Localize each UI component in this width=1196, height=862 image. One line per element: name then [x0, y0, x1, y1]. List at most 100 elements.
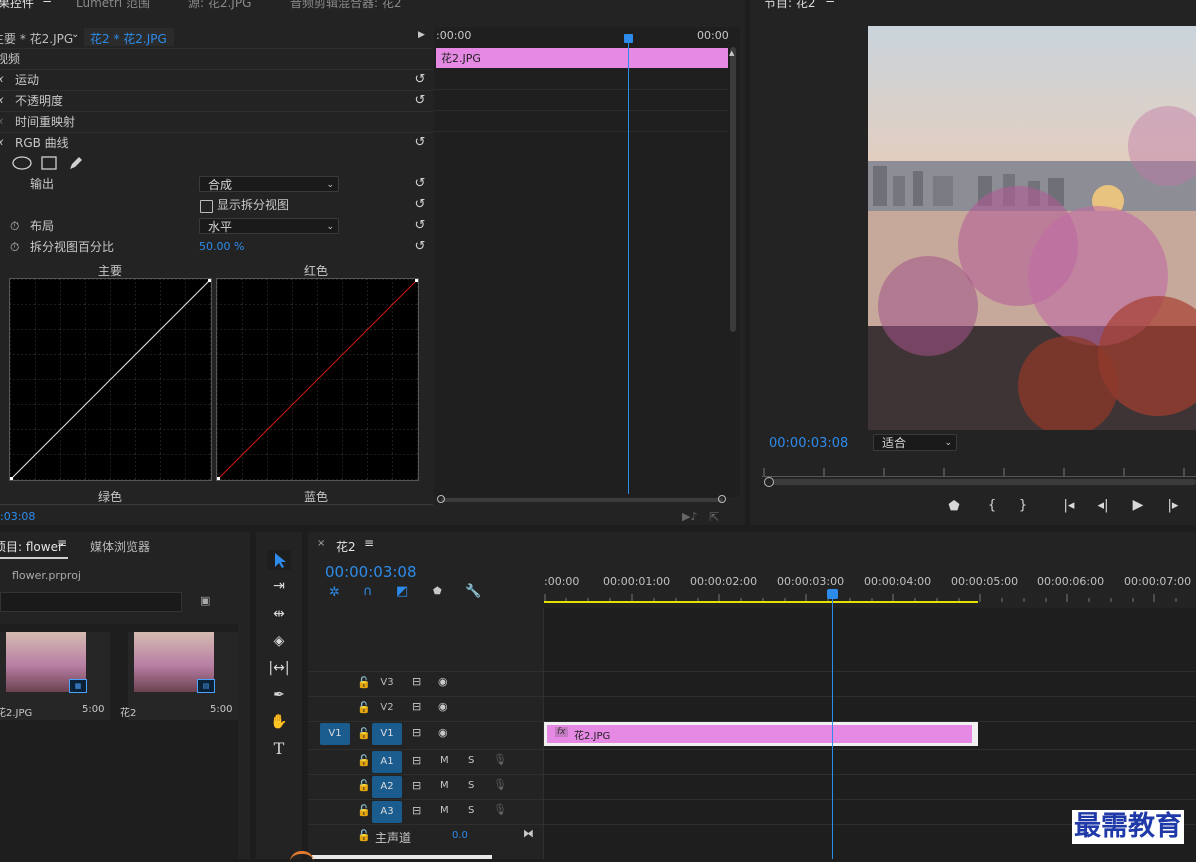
track-label-v2[interactable]: V2	[372, 702, 402, 713]
sync-lock-icon[interactable]: ⊟	[412, 675, 421, 688]
go-to-in-icon[interactable]: |◂	[1059, 498, 1079, 513]
work-area-bar[interactable]	[544, 601, 978, 603]
split-percent-value[interactable]: 50.00 %	[199, 237, 244, 257]
project-search-input[interactable]	[0, 592, 182, 612]
sync-lock-icon[interactable]: ⊟	[412, 700, 421, 713]
split-view-checkbox[interactable]	[200, 200, 213, 213]
master-volume-value[interactable]: 0.0	[452, 830, 468, 841]
effect-row-time-remap[interactable]: fx 时间重映射	[0, 111, 433, 132]
pen-mask-icon[interactable]	[68, 155, 84, 171]
reset-icon[interactable]: ↺	[413, 136, 427, 150]
mini-playhead-handle[interactable]	[624, 34, 633, 43]
type-tool-icon[interactable]: T	[267, 738, 291, 760]
mute-button[interactable]: M	[440, 780, 449, 791]
mute-button[interactable]: M	[440, 755, 449, 766]
fit-dropdown[interactable]: 适合 ⌄	[873, 434, 957, 451]
effect-row-motion[interactable]: fx 运动 ↺	[0, 69, 433, 90]
step-back-icon[interactable]: ◂|	[1093, 498, 1113, 513]
timeline-timecode[interactable]: 00:00:03:08	[325, 563, 417, 581]
razor-tool-icon[interactable]: ◈	[267, 630, 291, 652]
track-target-a3[interactable]: A3	[372, 801, 402, 823]
step-forward-icon[interactable]: |▸	[1163, 498, 1183, 513]
selection-tool[interactable]	[267, 550, 291, 570]
timeline-playhead[interactable]	[832, 592, 833, 859]
project-menu-icon[interactable]: ≡	[57, 536, 67, 550]
project-item[interactable]: ▤ 花2 5:00	[120, 632, 238, 720]
stopwatch-icon[interactable]: ⏱	[10, 237, 19, 257]
play-only-icon[interactable]: ▶	[418, 30, 425, 40]
reset-icon[interactable]: ↺	[413, 177, 427, 191]
track-target-v1[interactable]: V1	[372, 723, 402, 745]
mark-out-icon[interactable]: }	[1013, 498, 1033, 513]
mini-zoom-bar[interactable]	[441, 498, 723, 502]
chevron-down-icon[interactable]: ⌄	[71, 29, 79, 40]
master-clip-label[interactable]: 主要 * 花2.JPG	[0, 30, 73, 47]
close-tab-icon[interactable]: ×	[317, 538, 325, 549]
effect-current-time[interactable]: 00:03:08	[0, 510, 35, 523]
solo-button[interactable]: S	[468, 755, 474, 766]
layout-dropdown[interactable]: 水平 ⌄	[199, 218, 339, 234]
stopwatch-icon[interactable]: ⏱	[10, 216, 19, 236]
wrench-icon[interactable]: 🔧	[465, 584, 481, 599]
reset-icon[interactable]: ↺	[413, 94, 427, 108]
microphone-icon[interactable]: 🎙	[493, 753, 507, 766]
sequence-clip-tab[interactable]: 花2 * 花2.JPG	[84, 28, 174, 46]
mini-clip[interactable]: 花2.JPG	[436, 48, 728, 68]
effect-row-rgb-curves[interactable]: fx RGB 曲线 ↺	[0, 132, 433, 153]
lock-icon[interactable]: 🔓	[357, 829, 371, 842]
timeline-ruler[interactable]: :00:00 00:00:01:00 00:00:02:00 00:00:03:…	[544, 572, 1196, 602]
reset-icon[interactable]: ↺	[413, 73, 427, 87]
tab-project[interactable]: 项目: flower	[0, 538, 63, 555]
tab-menu-icon[interactable]: ≡	[42, 0, 52, 6]
panel-menu-icon[interactable]: ≡	[825, 0, 835, 6]
lock-icon[interactable]: 🔓	[357, 804, 371, 817]
program-ruler[interactable]	[762, 464, 1196, 477]
microphone-icon[interactable]: 🎙	[493, 803, 507, 816]
nest-icon[interactable]: ✲	[329, 585, 340, 600]
track-select-tool-icon[interactable]: ⇥	[267, 575, 291, 597]
eye-icon[interactable]: ◉	[438, 700, 448, 713]
new-bin-icon[interactable]: ▣	[200, 594, 210, 607]
play-icon[interactable]: ▶	[1128, 497, 1148, 513]
track-target-a1[interactable]: A1	[372, 751, 402, 773]
mini-playhead[interactable]	[628, 34, 629, 494]
sync-lock-icon[interactable]: ⊟	[412, 804, 421, 817]
hand-tool-icon[interactable]: ✋	[267, 711, 291, 733]
source-patch-v1[interactable]: V1	[320, 723, 350, 745]
effect-row-opacity[interactable]: fx 不透明度 ↺	[0, 90, 433, 111]
sequence-tab[interactable]: 花2	[336, 538, 356, 555]
export-icon[interactable]: ⇱	[709, 510, 719, 524]
reset-icon[interactable]: ↺	[413, 240, 427, 254]
tab-lumetri-scopes[interactable]: Lumetri 范围	[76, 0, 150, 11]
tab-audio-clip-mixer[interactable]: 音频剪辑混合器: 花2	[290, 0, 402, 11]
lock-icon[interactable]: 🔓	[357, 754, 371, 767]
timeline-clip[interactable]: fx 花2.JPG	[544, 722, 978, 746]
ripple-edit-tool-icon[interactable]: ⇹	[267, 603, 291, 625]
rectangle-mask-icon[interactable]	[41, 156, 57, 170]
add-marker-icon[interactable]: ⬟	[944, 499, 964, 514]
go-to-end-icon[interactable]: ⧓	[523, 827, 534, 840]
sync-lock-icon[interactable]: ⊟	[412, 754, 421, 767]
ellipse-mask-icon[interactable]	[12, 156, 32, 170]
program-timecode[interactable]: 00:00:03:08	[769, 436, 848, 451]
lock-icon[interactable]: 🔓	[357, 676, 371, 689]
lock-icon[interactable]: 🔓	[357, 779, 371, 792]
track-label-v3[interactable]: V3	[372, 677, 402, 688]
microphone-icon[interactable]: 🎙	[493, 778, 507, 791]
mini-scrollbar[interactable]	[730, 47, 736, 332]
tab-media-browser[interactable]: 媒体浏览器	[90, 538, 150, 555]
eye-icon[interactable]: ◉	[438, 675, 448, 688]
mute-button[interactable]: M	[440, 805, 449, 816]
scroll-up-icon[interactable]: ▲	[729, 49, 734, 57]
program-video-frame[interactable]	[868, 26, 1196, 430]
output-dropdown[interactable]: 合成 ⌄	[199, 176, 339, 192]
reset-icon[interactable]: ↺	[413, 198, 427, 212]
sync-lock-icon[interactable]: ⊟	[412, 779, 421, 792]
tab-source[interactable]: 源: 花2.JPG	[188, 0, 251, 11]
eye-icon[interactable]: ◉	[438, 726, 448, 739]
add-marker-icon[interactable]: ⬟	[433, 586, 442, 597]
program-zoom-handle[interactable]	[764, 477, 774, 487]
reset-icon[interactable]: ↺	[413, 219, 427, 233]
curve-red-graph[interactable]	[216, 278, 419, 481]
mark-in-icon[interactable]: {	[982, 498, 1002, 513]
